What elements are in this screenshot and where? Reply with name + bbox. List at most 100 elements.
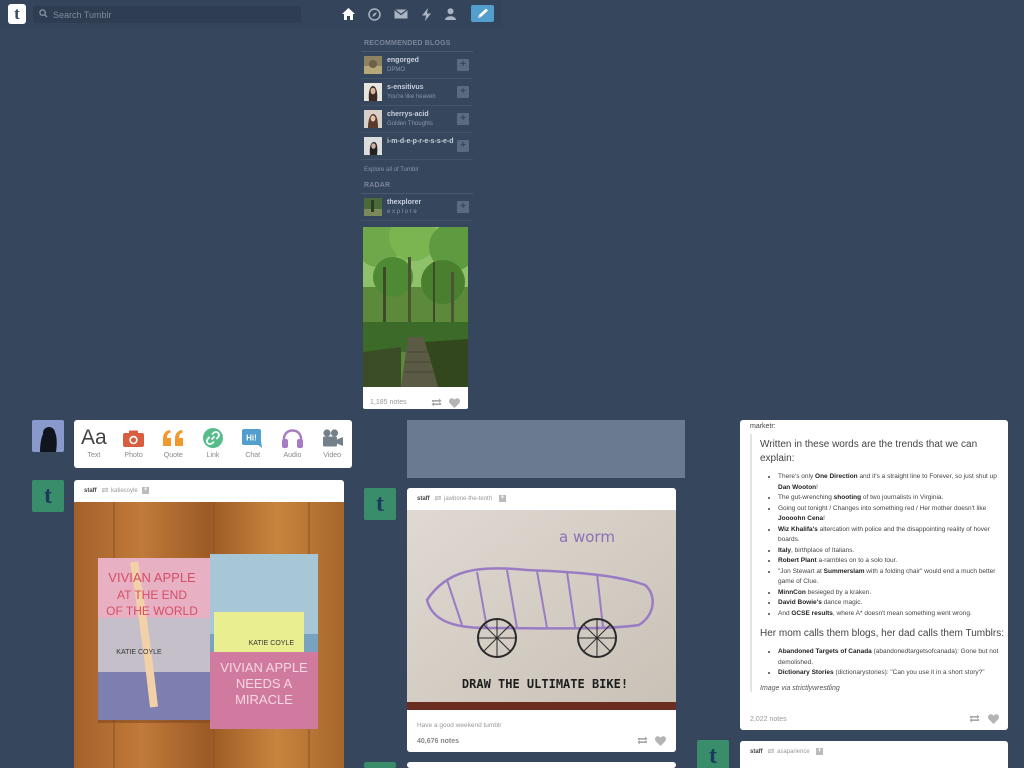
- blog-name[interactable]: thexplorer: [387, 199, 421, 206]
- reblog-source[interactable]: asaparience: [777, 749, 810, 755]
- follow-plus-button[interactable]: +: [499, 495, 506, 502]
- list-item-bold[interactable]: David Bowie's: [778, 599, 822, 606]
- post-quote-button[interactable]: Quote: [153, 420, 193, 468]
- inbox-mail-icon[interactable]: [393, 6, 409, 22]
- bike-drawing-photo[interactable]: a worm DRAW THE ULTIMATE BIKE!: [407, 510, 676, 710]
- post-link-button[interactable]: Link: [193, 420, 233, 468]
- notes-count[interactable]: 1,185 notes: [370, 399, 407, 406]
- recommended-blog-item[interactable]: engorged DPMO +: [361, 52, 473, 79]
- list-item-bold[interactable]: MinnCon: [778, 589, 806, 596]
- like-heart-icon[interactable]: [988, 714, 999, 724]
- book1-title-line: VIVIAN APPLE: [108, 570, 196, 585]
- home-icon[interactable]: [340, 6, 356, 22]
- follow-plus-button[interactable]: +: [816, 748, 823, 755]
- blog-avatar[interactable]: [364, 137, 382, 155]
- post-author[interactable]: staff: [417, 496, 430, 502]
- list-item: Abandoned Targets of Canada (abandonedta…: [778, 647, 1004, 668]
- recommended-blogs-heading: RECOMMENDED BLOGS: [361, 40, 473, 52]
- text-post-card: marketr: Written in these words are the …: [740, 420, 1008, 730]
- post-photo-button[interactable]: Photo: [114, 420, 154, 468]
- tumblr-logo[interactable]: t: [8, 4, 26, 24]
- blog-avatar[interactable]: [364, 198, 382, 216]
- list-item-bold[interactable]: Italy: [778, 547, 791, 554]
- list-item-bold[interactable]: Abandoned Targets of Canada: [778, 648, 872, 655]
- list-item-bold[interactable]: Robert Plant: [778, 557, 817, 564]
- list-item-text: and it's a straight line to Forever, so …: [857, 473, 997, 480]
- staff-avatar[interactable]: t: [32, 480, 64, 512]
- post-chat-button[interactable]: Hi! Chat: [233, 420, 273, 468]
- post-text-button[interactable]: Aa Text: [74, 420, 114, 468]
- follow-plus-button[interactable]: +: [457, 201, 469, 213]
- blog-avatar[interactable]: [364, 83, 382, 101]
- recommended-blog-item[interactable]: i-m-d-e-p-r-e-s-s-e-d +: [361, 133, 473, 160]
- loading-post-placeholder: [407, 420, 685, 478]
- blog-name[interactable]: cherrys-acid: [387, 111, 429, 118]
- reblog-icon[interactable]: [969, 714, 980, 723]
- user-avatar[interactable]: [32, 420, 64, 452]
- list-item: Wiz Khalifa's altercation with police an…: [778, 525, 1004, 546]
- books-photo[interactable]: KATIE COYLE VIVIAN APPLE NEEDS A MIRACLE…: [74, 502, 344, 768]
- search-box[interactable]: [33, 6, 301, 23]
- follow-plus-button[interactable]: +: [457, 113, 469, 125]
- follow-plus-button[interactable]: +: [457, 140, 469, 152]
- compose-button[interactable]: [471, 5, 494, 22]
- post-type-label: Photo: [124, 452, 143, 459]
- list-item-text: !: [816, 483, 818, 491]
- list-item-bold[interactable]: Wiz Khalifa's: [778, 526, 818, 533]
- list-item-text: , birthplace of Italians.: [791, 546, 855, 554]
- post-author[interactable]: staff: [84, 488, 97, 494]
- staff-avatar[interactable]: t: [364, 488, 396, 520]
- reblog-source[interactable]: jawbone-the-tenth: [444, 496, 492, 502]
- recommended-blog-item[interactable]: cherrys-acid Golden Thoughts +: [361, 106, 473, 133]
- reblog-icon[interactable]: [637, 736, 648, 745]
- list-item: David Bowie's dance magic.: [778, 598, 1004, 609]
- list-item-text: a-rambles on to a solo tour.: [816, 557, 898, 564]
- list-item-bold[interactable]: Summerslam: [824, 568, 865, 575]
- blog-name[interactable]: engorged: [387, 57, 419, 64]
- blog-avatar[interactable]: [364, 56, 382, 74]
- list-item-bold[interactable]: GCSE results: [791, 610, 833, 617]
- list-item-bold[interactable]: Dictionary Stories: [778, 669, 834, 676]
- search-input[interactable]: [53, 6, 293, 23]
- like-heart-icon[interactable]: [655, 736, 666, 746]
- blog-avatar[interactable]: [364, 110, 382, 128]
- list-item-bold[interactable]: Dan Wooton: [778, 484, 816, 491]
- book1-title-line: OF THE WORLD: [106, 604, 198, 618]
- blog-name[interactable]: i-m-d-e-p-r-e-s-s-e-d: [387, 138, 454, 145]
- radar-post-card[interactable]: 1,185 notes: [363, 227, 468, 409]
- post-author[interactable]: staff: [750, 749, 763, 755]
- recommended-blog-item[interactable]: s-ensitivus You're like heaven +: [361, 79, 473, 106]
- radar-blog-item[interactable]: thexplorer e x p l o r e +: [361, 194, 473, 221]
- book1-title-line: AT THE END: [117, 588, 187, 602]
- blog-title: DPMO: [387, 67, 405, 73]
- list-item: Going out tonight / Changes into somethi…: [778, 504, 1004, 525]
- like-heart-icon[interactable]: [449, 398, 460, 408]
- radar-forest-photo[interactable]: [363, 227, 468, 387]
- list-item-bold[interactable]: Joooohn Cena: [778, 515, 823, 522]
- explore-tumblr-link[interactable]: Explore all of Tumblr: [361, 160, 473, 182]
- staff-avatar[interactable]: [364, 762, 396, 768]
- blog-name[interactable]: s-ensitivus: [387, 84, 424, 91]
- follow-plus-button[interactable]: +: [457, 86, 469, 98]
- follow-plus-button[interactable]: +: [457, 59, 469, 71]
- notes-count[interactable]: 40,676 notes: [417, 738, 459, 745]
- reblogged-from-label[interactable]: marketr:: [750, 423, 776, 430]
- search-icon: [39, 9, 48, 18]
- explore-compass-icon[interactable]: [366, 6, 382, 22]
- list-item-bold[interactable]: One Direction: [815, 473, 858, 480]
- link-icon: [203, 428, 224, 448]
- book2-title-line: NEEDS A: [236, 676, 293, 691]
- post-body-quote: Written in these words are the trends th…: [750, 434, 1004, 692]
- list-item-bold[interactable]: shooting: [834, 494, 861, 501]
- notes-count[interactable]: 2,022 notes: [750, 716, 787, 723]
- list-item-text: "Jon Stewart at: [778, 567, 824, 575]
- reblog-icon[interactable]: [431, 398, 442, 407]
- staff-avatar[interactable]: t: [697, 740, 729, 768]
- post-audio-button[interactable]: Audio: [273, 420, 313, 468]
- camera-icon: [123, 430, 145, 447]
- activity-lightning-icon[interactable]: [418, 6, 434, 22]
- post-video-button[interactable]: Video: [312, 420, 352, 468]
- reblog-source[interactable]: katiecoyle: [111, 488, 138, 494]
- account-person-icon[interactable]: [442, 6, 458, 22]
- follow-plus-button[interactable]: +: [142, 487, 149, 494]
